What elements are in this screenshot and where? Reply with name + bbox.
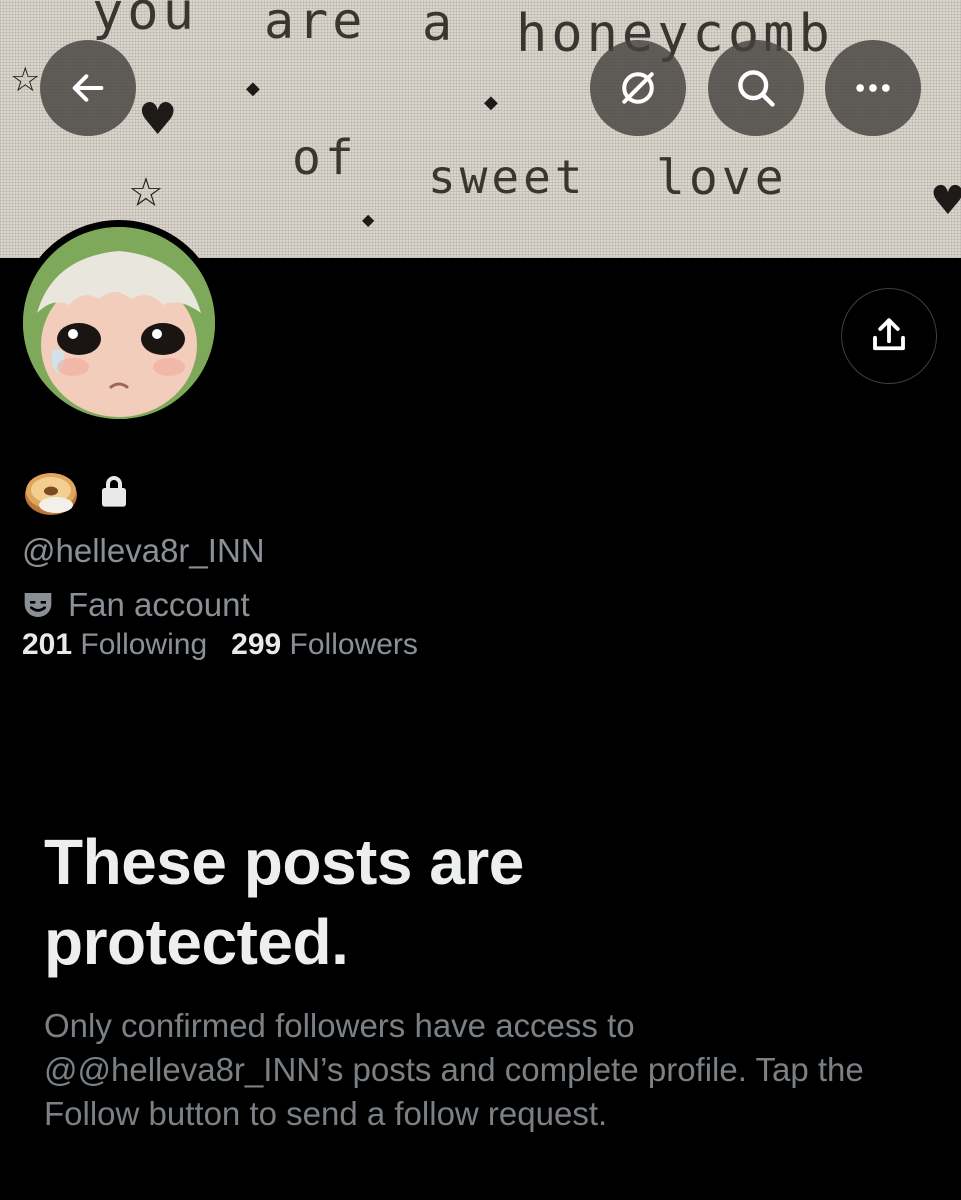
bagel-emoji [25, 473, 77, 515]
avatar[interactable] [16, 220, 222, 426]
profile-banner[interactable]: you are a honeycomb of sweet love ☆ ♥ ☆ … [0, 0, 961, 258]
more-button[interactable] [825, 40, 921, 136]
circle-slash-icon [622, 72, 654, 104]
followers-count: 299 [231, 628, 282, 661]
arrow-left-icon [72, 74, 104, 102]
profile-category: Fan account [22, 586, 250, 624]
dot-decoration: ◆ [362, 210, 375, 229]
following-label: Following [80, 628, 208, 661]
share-button[interactable] [841, 288, 937, 384]
heart-decoration: ♥ [930, 178, 961, 224]
more-horizontal-icon [856, 84, 890, 92]
following-count: 201 [22, 628, 73, 661]
user-handle: @helleva8r_INN [22, 532, 265, 569]
lock-icon [102, 476, 126, 507]
followers-link[interactable]: 299 Followers [231, 628, 418, 661]
star-decoration: ☆ [10, 60, 41, 100]
following-link[interactable]: 201 Following [22, 628, 207, 661]
back-button[interactable] [40, 40, 136, 136]
star-decoration: ☆ [128, 170, 164, 216]
banner-word: a [422, 0, 457, 52]
followers-label: Followers [289, 628, 418, 661]
display-name [22, 464, 130, 520]
category-label: Fan account [68, 586, 250, 623]
banner-word: of [292, 130, 358, 186]
banner-word: are [264, 0, 367, 50]
dot-decoration: ◆ [246, 78, 260, 99]
search-button[interactable] [708, 40, 804, 136]
protected-description: Only confirmed followers have access to … [44, 1007, 864, 1132]
heart-decoration: ♥ [138, 94, 178, 145]
protected-title: These posts are protected. [44, 826, 524, 978]
banner-word: you [92, 0, 198, 42]
theater-mask-icon [24, 593, 52, 617]
share-icon [873, 318, 905, 351]
search-icon [738, 70, 775, 107]
banner-word: love [656, 150, 788, 206]
dot-decoration: ◆ [484, 92, 498, 113]
banner-word: sweet [428, 150, 587, 204]
avatar-image [23, 227, 215, 419]
grok-button[interactable] [590, 40, 686, 136]
follow-stats: 201 Following 299 Followers [22, 628, 418, 662]
